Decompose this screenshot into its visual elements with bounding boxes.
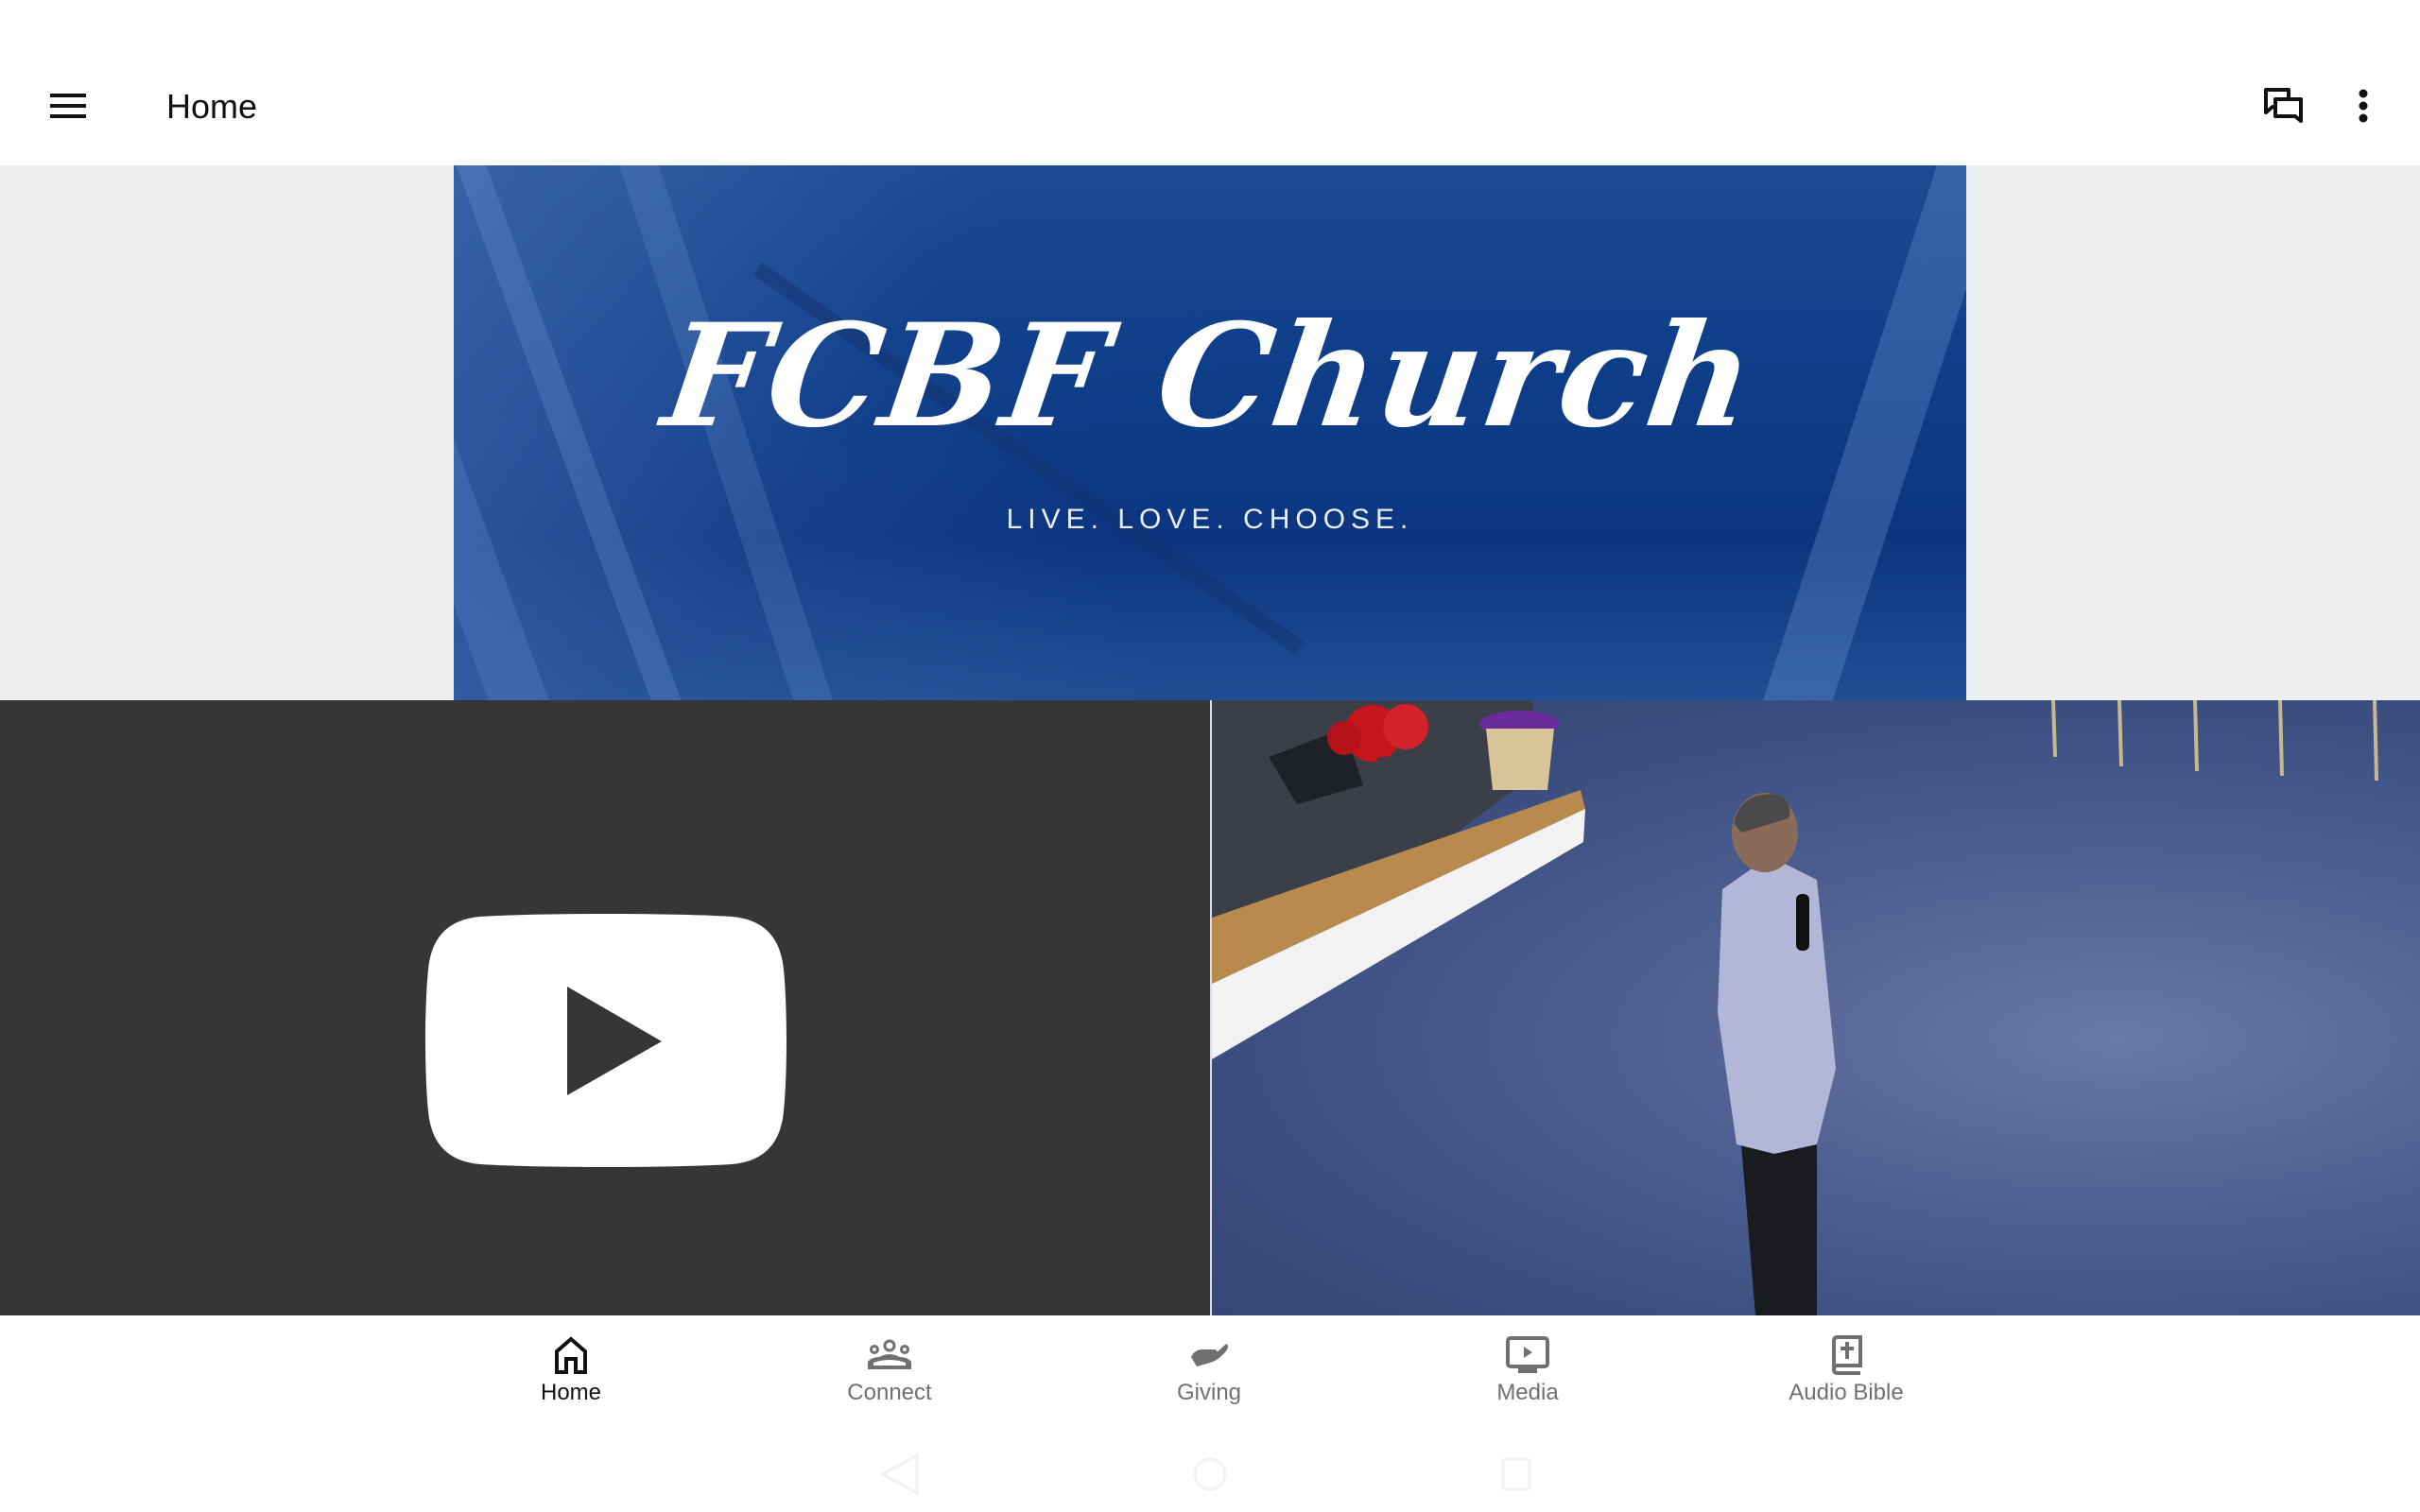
back-icon[interactable]: [872, 1446, 928, 1503]
youtube-play-icon: [425, 914, 786, 1167]
nav-item-media[interactable]: Media: [1424, 1315, 1632, 1427]
nav-item-audio-bible[interactable]: Audio Bible: [1742, 1315, 1950, 1427]
home-circle-icon[interactable]: [1182, 1446, 1238, 1503]
nav-item-home[interactable]: Home: [467, 1315, 675, 1427]
nav-label-home: Home: [540, 1380, 602, 1405]
nav-label-audio-bible: Audio Bible: [1789, 1380, 1904, 1405]
church-banner[interactable]: FCBF Church LIVE. LOVE. CHOOSE.: [454, 165, 1966, 700]
people-group-icon: [868, 1339, 911, 1369]
page-title: Home: [166, 87, 258, 126]
menu-button[interactable]: [38, 76, 98, 136]
more-options-button[interactable]: [2333, 76, 2394, 136]
bottom-navigation: Home Connect Giving Media Audio Bible: [0, 1315, 2420, 1427]
more-vertical-icon: [2359, 89, 2368, 123]
banner-row: FCBF Church LIVE. LOVE. CHOOSE.: [0, 165, 2420, 700]
live-video-thumbnail[interactable]: [1210, 700, 2420, 1315]
home-icon: [555, 1336, 587, 1374]
chat-button[interactable]: [2254, 76, 2314, 136]
recents-icon[interactable]: [1488, 1446, 1545, 1503]
video-frame-illustration: [1212, 700, 2378, 1315]
hamburger-menu-icon: [50, 94, 86, 118]
app-bar: Home: [0, 0, 2420, 165]
banner-title: FCBF Church: [654, 293, 1766, 459]
nav-item-giving[interactable]: Giving: [1105, 1315, 1313, 1427]
nav-label-giving: Giving: [1176, 1380, 1242, 1405]
tv-play-icon: [1506, 1336, 1549, 1373]
system-navigation-bar: [0, 1427, 2420, 1512]
giving-hand-icon: [1191, 1344, 1228, 1366]
bible-book-icon: [1831, 1335, 1862, 1375]
nav-label-media: Media: [1496, 1380, 1559, 1405]
nav-label-connect: Connect: [847, 1380, 932, 1405]
nav-item-connect[interactable]: Connect: [786, 1315, 994, 1427]
chat-bubbles-icon: [2264, 88, 2303, 123]
banner-tagline: LIVE. LOVE. CHOOSE.: [1006, 504, 1414, 535]
